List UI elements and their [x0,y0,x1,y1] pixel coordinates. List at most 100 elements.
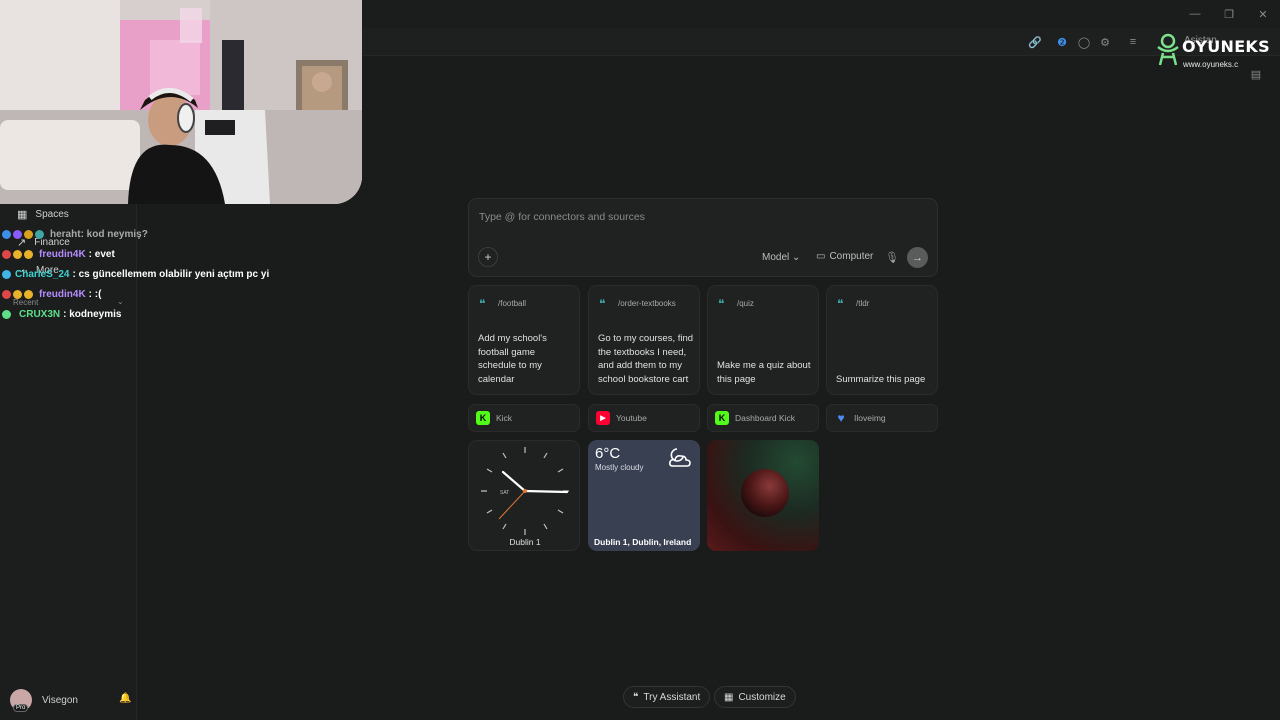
grid-icon: ▦ [724,691,734,703]
shortcut-text: Add my school's football game schedule t… [478,333,547,385]
youtube-icon: ▶ [596,411,610,425]
add-attachment-button[interactable]: + [478,247,498,267]
shortcut-command: /quiz [737,299,754,308]
chat-username: freudin4K [39,249,86,260]
close-icon[interactable]: ✕ [1246,0,1280,28]
chevron-down-icon[interactable]: ⌄ [117,297,124,306]
chat-message: : kodneymis [63,309,122,320]
badge-icon [2,290,11,299]
watermark-url: www.oyuneks.c [1183,60,1239,69]
mic-button[interactable]: 🎙 [885,251,899,264]
model-label: Model [762,252,790,263]
chat-line: freudin4K : :( [2,289,101,300]
shortcut-card-quiz[interactable]: ❝ /quiz Make me a quiz about this page [707,285,819,395]
assistant-icon: ❝ [633,691,639,703]
bell-icon[interactable]: 🔔 [119,693,131,704]
site-tile-iloveimg[interactable]: ♥ Iloveimg [826,404,938,432]
chevron-down-icon: ⌄ [792,252,801,263]
site-label: Dashboard Kick [735,413,796,423]
badge-icon [2,270,11,279]
clock-day: SAT [500,490,509,496]
shortcut-card-tldr[interactable]: ❝ /tldr Summarize this page [826,285,938,395]
shortcut-text: Go to my courses, find the textbooks I n… [598,333,694,385]
pro-badge: Pro [13,704,29,712]
site-tile-kick[interactable]: K Kick [468,404,580,432]
badge-icon [24,250,33,259]
chat-username: CRUX3N [19,309,61,320]
model-selector[interactable]: Model ⌄ [762,252,800,263]
badge-icon [2,250,11,259]
weather-location: Dublin 1, Dublin, Ireland [594,537,692,547]
window-controls: — ❐ ✕ [1178,0,1280,28]
badge-icon [13,290,22,299]
minimize-icon[interactable]: — [1178,0,1212,28]
chat-line: CRUX3N : kodneymis [2,309,121,320]
grid-icon: ▦ [17,209,28,221]
sidebar: ▦ Spaces ↗ Finance ⋯ More [0,204,137,720]
shortcut-command: /tldr [856,299,870,308]
chat-username: CharleS_24 [15,269,70,280]
shortcut-icon: ❝ [837,297,844,311]
watermark-brand: OYUNEKS [1182,37,1270,56]
sidebar-item-label: Spaces [35,209,69,220]
shield-icon[interactable]: ◯ [1077,35,1091,49]
heart-icon: ♥ [837,411,845,425]
badge-icon [24,290,33,299]
username: Visegon [42,694,78,706]
sidebar-item-spaces[interactable]: ▦ Spaces [17,208,69,221]
badge-icon [24,230,33,239]
badge-icon [2,230,11,239]
user-profile[interactable]: Pro Visegon [10,689,78,712]
menu-icon[interactable]: ≡ [1126,35,1140,49]
weather-temp: 6°C [595,445,621,462]
computer-label: Computer [829,251,874,262]
shortcut-command: /football [498,299,527,308]
chat-message: : :( [88,289,102,300]
shortcut-text: Make me a quiz about this page [717,360,811,385]
cloudy-icon [669,448,691,467]
address-bar[interactable] [362,28,1280,56]
site-tile-dashboard-kick[interactable]: K Dashboard Kick [707,404,819,432]
site-label: Kick [496,413,513,423]
computer-button[interactable]: ▭ Computer [816,251,873,262]
send-button[interactable]: → [907,247,928,268]
watermark-logo: OYUNEKS www.oyuneks.c [1152,33,1280,73]
try-assistant-button[interactable]: ❝ Try Assistant [623,686,711,708]
customize-button[interactable]: ▦ Customize [714,686,796,708]
shortcut-card-football[interactable]: ❝ /football Add my school's football gam… [468,285,580,395]
site-label: Iloveimg [854,413,886,423]
maximize-icon[interactable]: ❐ [1212,0,1246,28]
extension-icon[interactable]: ⚙ [1098,35,1112,49]
clock-face: SAT [481,447,569,535]
chat-username: heraht [50,229,81,240]
kick-icon: K [715,411,729,425]
webcam-image [0,0,362,204]
chat-username: freudin4K [39,289,86,300]
chat-line: freudin4K : evet [2,249,115,260]
shortcut-icon: ❝ [599,297,606,311]
chat-line: CharleS_24 : cs güncellemem olabilir yen… [2,269,269,280]
site-tile-youtube[interactable]: ▶ Youtube [588,404,700,432]
chat-message: : kod neymiş? [80,229,148,240]
audio-icon[interactable]: ❷ [1055,35,1069,49]
badge-icon [13,230,22,239]
clock-label: Dublin 1 [509,537,541,547]
site-label: Youtube [616,413,647,423]
kick-icon: K [476,411,490,425]
badge-icon [35,230,44,239]
shortcut-icon: ❝ [718,297,725,311]
shortcut-card-order-textbooks[interactable]: ❝ /order-textbooks Go to my courses, fin… [588,285,700,395]
wallpaper-widget[interactable] [707,440,819,551]
shortcut-icon: ❝ [479,297,486,311]
prompt-input[interactable] [479,209,919,225]
shortcut-command: /order-textbooks [618,299,676,308]
badge-icon [13,250,22,259]
customize-label: Customize [738,691,786,703]
clock-widget[interactable]: SAT Dublin 1 [468,440,580,551]
link-icon[interactable]: 🔗 [1028,35,1042,49]
try-assistant-label: Try Assistant [643,691,701,703]
monitor-icon: ▭ [816,251,826,262]
weather-widget[interactable]: 6°C Mostly cloudy Dublin 1, Dublin, Irel… [588,440,700,551]
oyuneks-logo-icon [1157,33,1179,66]
chat-message: : cs güncellemem olabilir yeni açtım pc … [72,269,270,280]
